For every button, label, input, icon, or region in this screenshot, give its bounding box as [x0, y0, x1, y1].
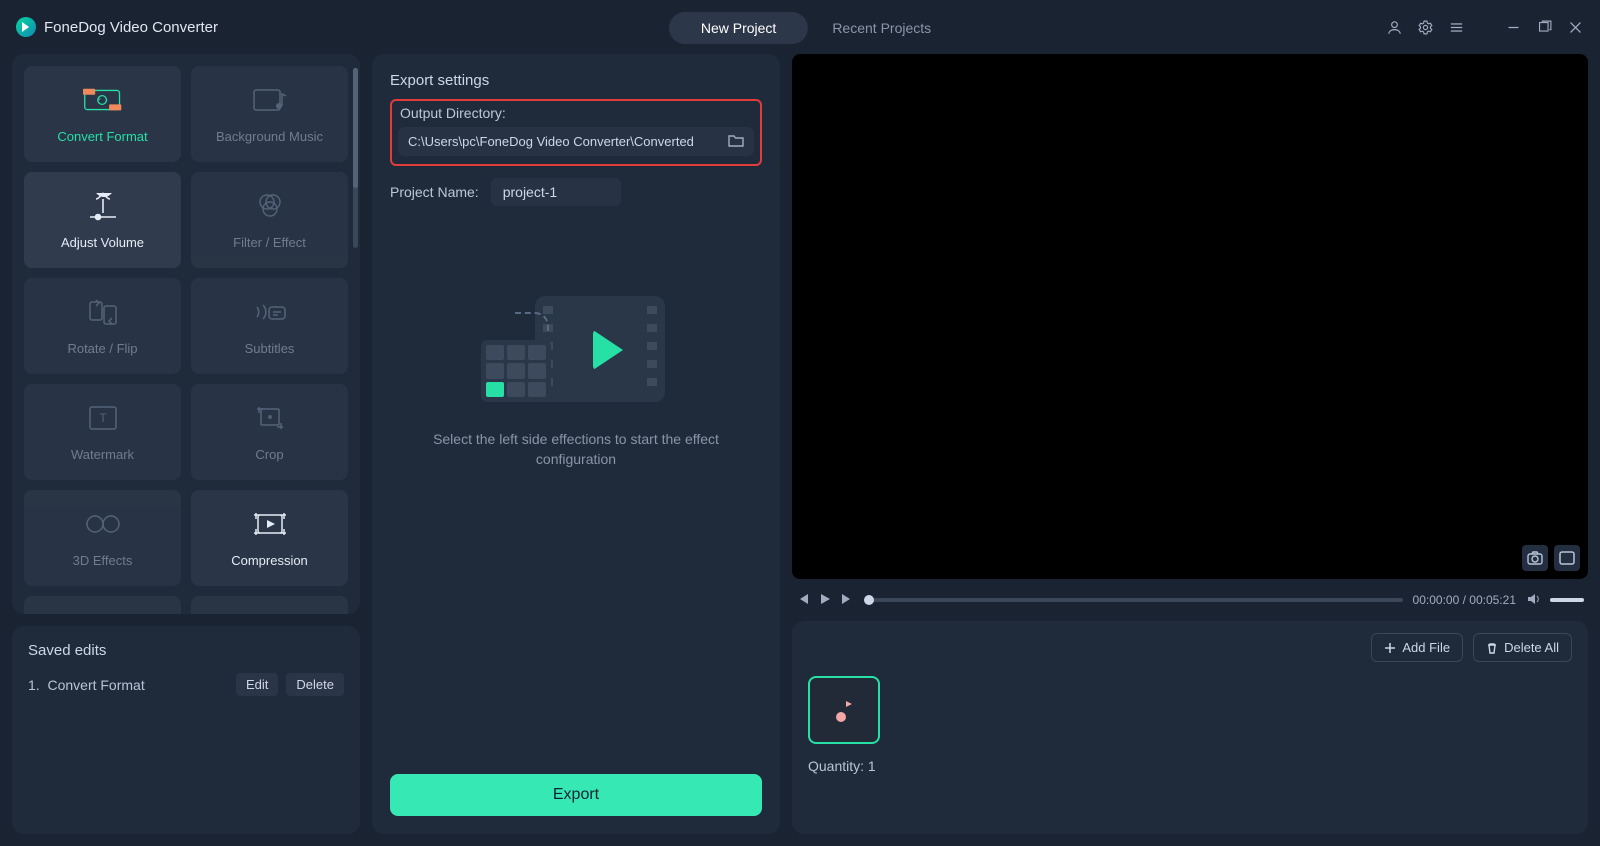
volume-icon[interactable] [1526, 592, 1540, 609]
output-directory-block: Output Directory: C:\Users\pc\FoneDog Vi… [390, 99, 762, 166]
effect-watermark[interactable]: T Watermark [24, 384, 181, 480]
folder-stack-icon [250, 612, 290, 614]
effect-rotate-flip[interactable]: Rotate / Flip [24, 278, 181, 374]
effect-more-2[interactable] [191, 596, 348, 614]
watermark-icon: T [83, 403, 123, 433]
quantity-label: Quantity: 1 [808, 758, 1572, 774]
app-title: FoneDog Video Converter [44, 19, 218, 36]
effect-placeholder: Select the left side effections to start… [390, 296, 762, 469]
tab-recent-projects[interactable]: Recent Projects [832, 20, 931, 36]
effect-convert-format[interactable]: Convert Format [24, 66, 181, 162]
volume-slider[interactable] [1550, 598, 1584, 602]
close-button[interactable] [1567, 19, 1584, 36]
saved-edit-button[interactable]: Edit [236, 673, 278, 696]
settings-icon[interactable] [1417, 19, 1434, 36]
browse-folder-icon[interactable] [728, 133, 744, 150]
effects-panel: Convert Format Background Music Adjust V… [12, 54, 360, 614]
saved-delete-button[interactable]: Delete [286, 673, 344, 696]
tab-new-project[interactable]: New Project [669, 12, 808, 44]
file-thumbnail[interactable] [808, 676, 880, 744]
effects-scrollbar[interactable] [353, 68, 358, 248]
adjust-volume-icon [83, 191, 123, 221]
effect-background-music[interactable]: Background Music [191, 66, 348, 162]
export-button[interactable]: Export [390, 774, 762, 816]
subtitles-icon [250, 297, 290, 327]
play-icon[interactable] [818, 592, 832, 609]
convert-format-icon [83, 85, 123, 115]
export-settings-title: Export settings [390, 72, 762, 89]
effect-subtitles[interactable]: Subtitles [191, 278, 348, 374]
saved-edit-row: 1. Convert Format Edit Delete [28, 673, 344, 696]
effect-3d-effects[interactable]: 3D Effects [24, 490, 181, 586]
add-file-button[interactable]: Add File [1371, 633, 1463, 662]
placeholder-graphic [481, 296, 671, 406]
effect-crop[interactable]: Crop [191, 384, 348, 480]
effect-adjust-volume[interactable]: Adjust Volume [24, 172, 181, 268]
project-name-label: Project Name: [390, 184, 479, 200]
three-d-icon [83, 509, 123, 539]
effect-more-1[interactable] [24, 596, 181, 614]
rotate-flip-icon [83, 297, 123, 327]
app-logo-icon [16, 17, 36, 37]
output-directory-label: Output Directory: [398, 105, 754, 121]
maximize-button[interactable] [1536, 19, 1553, 36]
filter-effect-icon [250, 191, 290, 221]
time-display: 00:00:00 / 00:05:21 [1413, 593, 1516, 607]
playback-bar: 00:00:00 / 00:05:21 [792, 589, 1588, 611]
svg-text:T: T [99, 411, 107, 425]
delete-all-button[interactable]: Delete All [1473, 633, 1572, 662]
compression-icon [250, 509, 290, 539]
effect-filter-effect[interactable]: Filter / Effect [191, 172, 348, 268]
background-music-icon [250, 85, 290, 115]
saved-edits-title: Saved edits [28, 642, 344, 659]
progress-slider[interactable] [864, 598, 1403, 602]
files-panel: Add File Delete All Quantity: 1 [792, 621, 1588, 834]
next-track-icon[interactable] [840, 592, 854, 609]
account-icon[interactable] [1386, 19, 1403, 36]
output-directory-input[interactable]: C:\Users\pc\FoneDog Video Converter\Conv… [398, 127, 754, 156]
video-preview [792, 54, 1588, 579]
project-name-input[interactable]: project-1 [491, 178, 621, 206]
export-settings-panel: Export settings Output Directory: C:\Use… [372, 54, 780, 834]
effect-compression[interactable]: Compression [191, 490, 348, 586]
crop-icon [250, 403, 290, 433]
prev-track-icon[interactable] [796, 592, 810, 609]
minimize-button[interactable] [1505, 19, 1522, 36]
edit-icon [83, 612, 123, 614]
menu-icon[interactable] [1448, 19, 1465, 36]
saved-edits-panel: Saved edits 1. Convert Format Edit Delet… [12, 626, 360, 834]
fullscreen-icon[interactable] [1554, 545, 1580, 571]
snapshot-icon[interactable] [1522, 545, 1548, 571]
